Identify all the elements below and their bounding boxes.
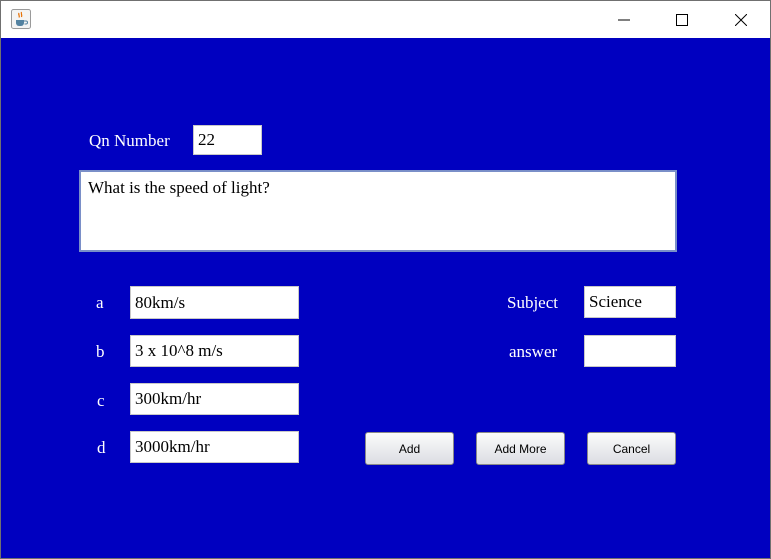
answer-field[interactable] [584,335,676,367]
minimize-icon [618,19,630,20]
option-d-field[interactable] [130,431,299,463]
qn-number-label: Qn Number [89,131,170,150]
maximize-icon [676,13,688,26]
close-icon [735,13,747,26]
add-more-button[interactable]: Add More [476,432,565,465]
option-b-label: b [96,342,105,361]
add-button[interactable]: Add [365,432,454,465]
minimize-button[interactable] [595,1,653,38]
option-c-label: c [97,391,105,410]
form-panel: Qn Number What is the speed of light? a … [1,38,770,558]
close-button[interactable] [712,1,770,38]
option-c-field[interactable] [130,383,299,415]
app-window: Qn Number What is the speed of light? a … [0,0,771,559]
option-a-field[interactable] [130,286,299,319]
answer-label: answer [509,342,558,361]
maximize-button[interactable] [653,1,711,38]
qn-number-field[interactable] [193,125,262,155]
subject-field[interactable] [584,286,676,318]
title-bar [1,1,770,38]
option-b-field[interactable] [130,335,299,367]
question-textarea[interactable]: What is the speed of light? [79,170,677,252]
option-d-label: d [97,438,106,457]
java-coffee-cup-icon[interactable] [11,9,31,29]
option-a-label: a [96,293,104,312]
subject-label: Subject [507,293,558,312]
cancel-button[interactable]: Cancel [587,432,676,465]
